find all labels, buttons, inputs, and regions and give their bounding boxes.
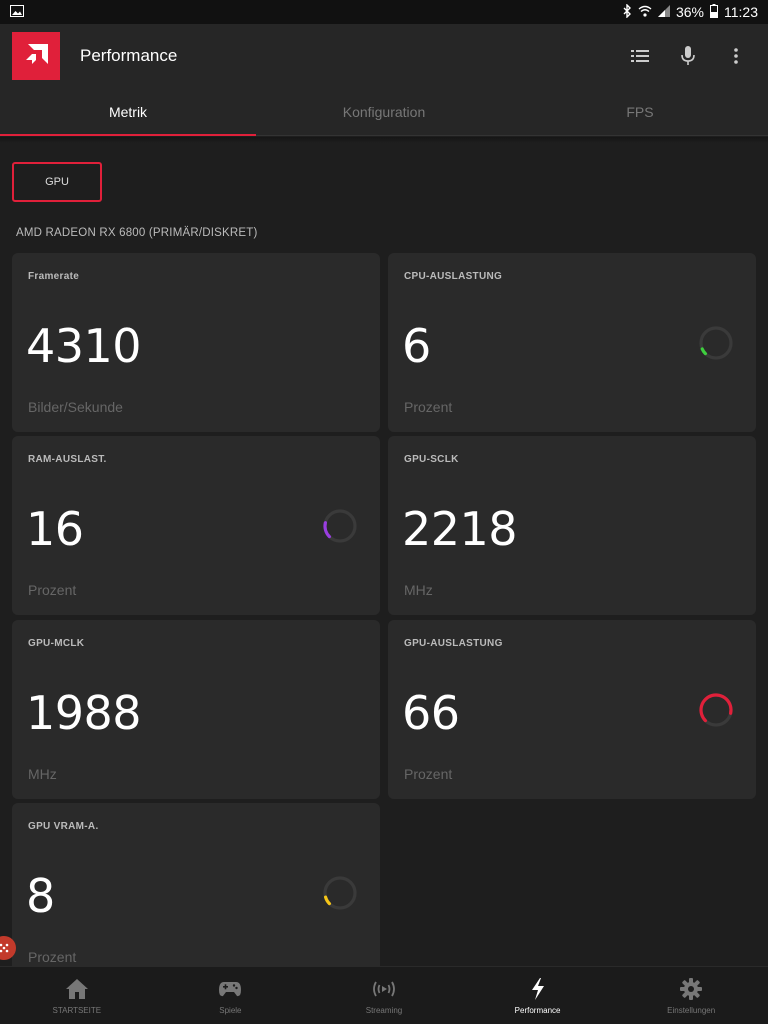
nav-label: Einstellungen [667, 1006, 716, 1015]
tab-metrik[interactable]: Metrik [0, 88, 256, 136]
nav-label: Performance [514, 1006, 561, 1015]
image-icon [10, 4, 24, 20]
metric-card-gpu-auslastung[interactable]: GPU-AUSLASTUNG 66 Prozent [388, 620, 756, 799]
app-bar: Performance [0, 24, 768, 88]
metric-value: 4310 [26, 319, 142, 373]
metric-value: 1988 [26, 686, 142, 740]
signal-icon [657, 4, 670, 20]
gauge-icon [699, 326, 733, 360]
gamepad-icon [217, 976, 243, 1002]
wifi-icon [638, 4, 652, 20]
gear-icon [678, 976, 704, 1002]
gauge-arc [700, 347, 707, 356]
microphone-icon[interactable] [676, 44, 700, 68]
home-icon [64, 976, 90, 1002]
list-icon[interactable] [628, 44, 652, 68]
metric-unit: Prozent [404, 766, 453, 782]
page-title: Performance [80, 46, 178, 65]
nav-item-performance[interactable]: Performance [461, 967, 615, 1024]
metric-unit: Prozent [28, 949, 77, 965]
metric-label: Framerate [28, 271, 80, 282]
battery-percent: 36% [675, 4, 704, 20]
metric-card-gpu-sclk[interactable]: GPU-SCLK 2218 MHz [388, 436, 756, 615]
nav-item-startseite[interactable]: STARTSEITE [0, 967, 154, 1024]
metric-unit: Bilder/Sekunde [28, 399, 123, 415]
metric-value: 8 [26, 869, 55, 923]
battery-icon [710, 3, 718, 21]
metric-card-ram-auslastung[interactable]: RAM-AUSLAST. 16 Prozent [12, 436, 380, 615]
gauge-arc [323, 521, 331, 539]
metric-value: 2218 [402, 502, 518, 556]
metric-unit: MHz [404, 582, 433, 598]
metric-label: GPU-MCLK [28, 638, 85, 649]
metric-value: 6 [402, 319, 431, 373]
tab-bar: Metrik Konfiguration FPS [0, 88, 768, 136]
metric-card-gpu-mclk[interactable]: GPU-MCLK 1988 MHz [12, 620, 380, 799]
metric-label: GPU-SCLK [404, 454, 459, 465]
metric-value: 66 [402, 686, 460, 740]
nav-label: STARTSEITE [52, 1006, 102, 1015]
metric-card-gpu-vram[interactable]: GPU VRAM-A. 8 Prozent [12, 803, 380, 967]
metric-unit: Prozent [404, 399, 453, 415]
metric-label: GPU-AUSLASTUNG [404, 638, 503, 649]
gauge-icon [699, 693, 733, 727]
nav-item-einstellungen[interactable]: Einstellungen [614, 967, 768, 1024]
nav-item-streaming[interactable]: Streaming [307, 967, 461, 1024]
streaming-icon [371, 976, 397, 1002]
nav-item-spiele[interactable]: Spiele [154, 967, 308, 1024]
metric-label: RAM-AUSLAST. [28, 454, 107, 465]
clock: 11:23 [724, 4, 758, 20]
bottom-navigation: STARTSEITE Spiele Streaming Performance … [0, 966, 768, 1024]
nav-label: Streaming [365, 1006, 403, 1015]
metric-label: CPU-AUSLASTUNG [404, 271, 503, 282]
more-vert-icon[interactable] [724, 44, 748, 68]
device-name: AMD RADEON RX 6800 (PRIMÄR/DISKRET) [16, 227, 258, 239]
metric-label: GPU VRAM-A. [28, 821, 99, 832]
tab-shadow [0, 137, 768, 143]
amd-logo [12, 32, 60, 80]
metric-unit: Prozent [28, 582, 77, 598]
metric-value: 16 [26, 502, 84, 556]
metric-card-framerate[interactable]: Framerate 4310 Bilder/Sekunde [12, 253, 380, 432]
tab-konfiguration[interactable]: Konfiguration [256, 88, 512, 135]
gauge-icon [323, 509, 357, 543]
gauge-icon [323, 876, 357, 910]
bolt-icon [525, 976, 551, 1002]
gauge-arc [699, 693, 733, 723]
metric-card-cpu-auslastung[interactable]: CPU-AUSLASTUNG 6 Prozent [388, 253, 756, 432]
metric-unit: MHz [28, 766, 57, 782]
bluetooth-icon [622, 2, 632, 21]
tab-fps[interactable]: FPS [512, 88, 768, 135]
gpu-button[interactable]: GPU [12, 162, 102, 202]
nav-label: Spiele [219, 1006, 242, 1015]
status-bar: 36% 11:23 [0, 0, 768, 24]
